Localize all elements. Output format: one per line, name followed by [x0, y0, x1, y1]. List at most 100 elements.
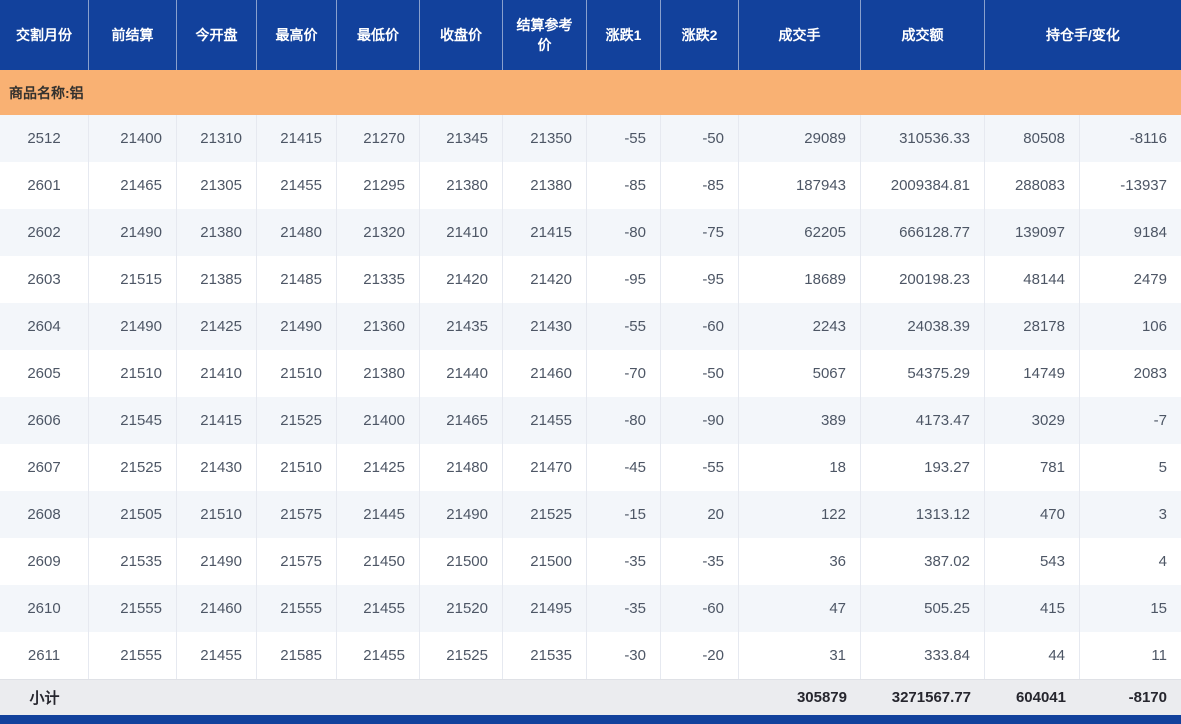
cell-oi-change: -13937	[1080, 162, 1181, 209]
cell-turnover: 2009384.81	[861, 162, 985, 209]
subtotal-open-interest: 604041	[985, 680, 1080, 715]
cell-delivery-month: 2607	[0, 444, 89, 491]
column-header-open: 今开盘	[177, 0, 257, 70]
cell-high: 21510	[257, 350, 337, 397]
table-header-row: 交割月份 前结算 今开盘 最高价 最低价 收盘价 结算参考价 涨跌1 涨跌2 成…	[0, 0, 1181, 70]
cell-volume: 5067	[739, 350, 861, 397]
column-header-prev-settlement: 前结算	[89, 0, 177, 70]
table-body: 2512 21400 21310 21415 21270 21345 21350…	[0, 115, 1181, 679]
cell-delivery-month: 2611	[0, 632, 89, 679]
cell-open: 21490	[177, 538, 257, 585]
cell-volume: 2243	[739, 303, 861, 350]
subtotal-row: 小计 305879 3271567.77 604041 -8170	[0, 679, 1181, 715]
cell-delivery-month: 2602	[0, 209, 89, 256]
table-row: 2603 21515 21385 21485 21335 21420 21420…	[0, 256, 1181, 303]
column-header-change2: 涨跌2	[661, 0, 739, 70]
cell-delivery-month: 2610	[0, 585, 89, 632]
subtotal-volume: 305879	[739, 680, 861, 715]
cell-turnover: 193.27	[861, 444, 985, 491]
subtotal-spacer	[89, 680, 739, 715]
table-row: 2611 21555 21455 21585 21455 21525 21535…	[0, 632, 1181, 679]
cell-close: 21410	[420, 209, 503, 256]
cell-change1: -80	[587, 397, 661, 444]
cell-low: 21320	[337, 209, 420, 256]
cell-high: 21575	[257, 538, 337, 585]
cell-change2: -90	[661, 397, 739, 444]
cell-settlement-ref: 21460	[503, 350, 587, 397]
cell-change2: -35	[661, 538, 739, 585]
cell-change2: -50	[661, 115, 739, 162]
cell-oi-change: 5	[1080, 444, 1181, 491]
cell-low: 21445	[337, 491, 420, 538]
cell-low: 21380	[337, 350, 420, 397]
cell-settlement-ref: 21455	[503, 397, 587, 444]
table-row: 2604 21490 21425 21490 21360 21435 21430…	[0, 303, 1181, 350]
cell-delivery-month: 2605	[0, 350, 89, 397]
cell-oi-change: 2479	[1080, 256, 1181, 303]
column-header-turnover: 成交额	[861, 0, 985, 70]
column-header-delivery-month: 交割月份	[0, 0, 89, 70]
column-header-low: 最低价	[337, 0, 420, 70]
cell-close: 21480	[420, 444, 503, 491]
table-row: 2605 21510 21410 21510 21380 21440 21460…	[0, 350, 1181, 397]
cell-change2: -75	[661, 209, 739, 256]
cell-oi-change: 9184	[1080, 209, 1181, 256]
commodity-band: 商品名称:铝	[0, 70, 1181, 115]
cell-close: 21525	[420, 632, 503, 679]
table-row: 2512 21400 21310 21415 21270 21345 21350…	[0, 115, 1181, 162]
cell-volume: 18689	[739, 256, 861, 303]
cell-close: 21520	[420, 585, 503, 632]
cell-open-interest: 14749	[985, 350, 1080, 397]
cell-prev-settlement: 21465	[89, 162, 177, 209]
cell-low: 21295	[337, 162, 420, 209]
column-header-open-interest-change: 持仓手/变化	[985, 0, 1181, 70]
cell-turnover: 4173.47	[861, 397, 985, 444]
cell-open-interest: 48144	[985, 256, 1080, 303]
column-header-volume: 成交手	[739, 0, 861, 70]
cell-prev-settlement: 21525	[89, 444, 177, 491]
commodity-band-label: 商品名称:铝	[9, 83, 84, 103]
cell-high: 21525	[257, 397, 337, 444]
cell-open: 21430	[177, 444, 257, 491]
cell-settlement-ref: 21525	[503, 491, 587, 538]
cell-volume: 389	[739, 397, 861, 444]
cell-low: 21360	[337, 303, 420, 350]
cell-volume: 29089	[739, 115, 861, 162]
cell-settlement-ref: 21470	[503, 444, 587, 491]
cell-change1: -35	[587, 585, 661, 632]
cell-oi-change: 15	[1080, 585, 1181, 632]
cell-low: 21455	[337, 632, 420, 679]
cell-open: 21415	[177, 397, 257, 444]
column-header-settlement-ref: 结算参考价	[503, 0, 587, 70]
cell-close: 21345	[420, 115, 503, 162]
cell-low: 21425	[337, 444, 420, 491]
cell-turnover: 310536.33	[861, 115, 985, 162]
cell-high: 21455	[257, 162, 337, 209]
cell-change1: -80	[587, 209, 661, 256]
cell-high: 21415	[257, 115, 337, 162]
cell-open-interest: 781	[985, 444, 1080, 491]
cell-high: 21510	[257, 444, 337, 491]
cell-high: 21490	[257, 303, 337, 350]
cell-volume: 122	[739, 491, 861, 538]
cell-volume: 18	[739, 444, 861, 491]
cell-open: 21305	[177, 162, 257, 209]
column-header-close: 收盘价	[420, 0, 503, 70]
cell-change1: -95	[587, 256, 661, 303]
cell-turnover: 54375.29	[861, 350, 985, 397]
cell-oi-change: 4	[1080, 538, 1181, 585]
cell-close: 21465	[420, 397, 503, 444]
cell-open: 21310	[177, 115, 257, 162]
futures-quote-table-app: 交割月份 前结算 今开盘 最高价 最低价 收盘价 结算参考价 涨跌1 涨跌2 成…	[0, 0, 1181, 724]
cell-settlement-ref: 21350	[503, 115, 587, 162]
cell-delivery-month: 2609	[0, 538, 89, 585]
cell-close: 21500	[420, 538, 503, 585]
cell-prev-settlement: 21555	[89, 632, 177, 679]
table-row: 2602 21490 21380 21480 21320 21410 21415…	[0, 209, 1181, 256]
cell-delivery-month: 2604	[0, 303, 89, 350]
cell-low: 21400	[337, 397, 420, 444]
table-row: 2601 21465 21305 21455 21295 21380 21380…	[0, 162, 1181, 209]
cell-open: 21425	[177, 303, 257, 350]
cell-open: 21380	[177, 209, 257, 256]
cell-turnover: 1313.12	[861, 491, 985, 538]
